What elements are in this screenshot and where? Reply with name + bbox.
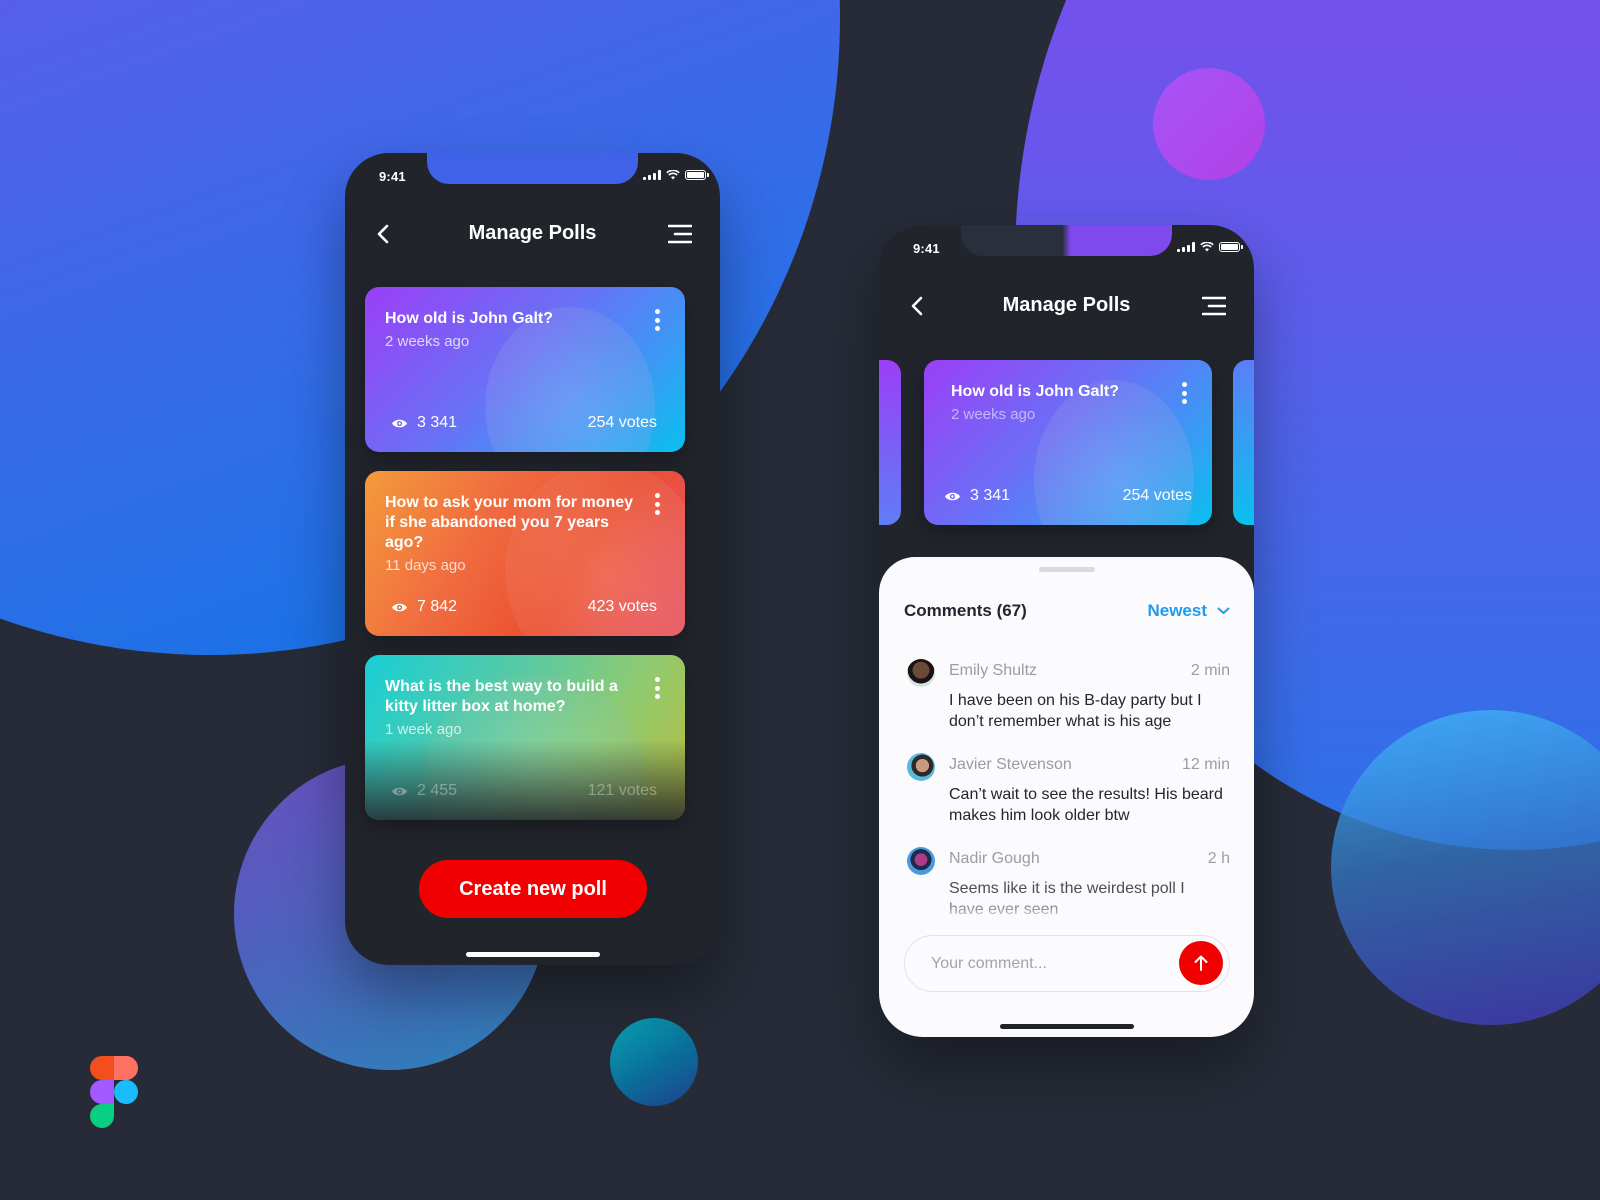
previous-poll-card[interactable] [879, 360, 901, 525]
navbar: Manage Polls [879, 291, 1254, 321]
comment-time: 12 min [1181, 756, 1230, 773]
votes-count: 254 votes [587, 414, 657, 431]
poll-stats: 7 842 423 votes [391, 598, 657, 616]
wifi-icon [666, 170, 680, 180]
avatar[interactable] [907, 753, 935, 781]
battery-icon [685, 170, 709, 180]
views-count: 7 842 [417, 598, 458, 615]
poll-card[interactable]: How to ask your mom for money if she aba… [365, 471, 685, 636]
status-icons [1177, 242, 1243, 252]
signal-icon [643, 170, 661, 180]
poll-question: How old is John Galt? 2 weeks ago [385, 309, 625, 352]
home-indicator [466, 952, 600, 957]
poll-question-text: How old is John Galt? [385, 310, 553, 327]
comment-author: Nadir Gough [949, 850, 1040, 867]
poll-posted-time: 11 days ago [385, 557, 466, 574]
poll-question: How old is John Galt? 2 weeks ago [951, 382, 1191, 425]
votes-count: 121 votes [587, 782, 657, 799]
page-title: Manage Polls [468, 222, 597, 244]
poll-views: 2 455 [391, 782, 457, 800]
comment-author: Emily Shultz [949, 662, 1038, 679]
views-count: 3 341 [970, 487, 1011, 504]
figma-logo-icon [90, 1056, 138, 1128]
wifi-icon [1200, 242, 1214, 252]
sheet-drag-handle[interactable] [1039, 567, 1095, 572]
background-circle [610, 1018, 698, 1106]
comment-text: Seems like it is the weirdest poll I hav… [949, 878, 1209, 918]
poll-question-text: How to ask your mom for money if she aba… [385, 494, 634, 551]
menu-icon[interactable] [1202, 296, 1226, 316]
comment-input[interactable] [931, 952, 1161, 976]
comment-text: I have been on his B-day party but I don… [949, 692, 1202, 730]
eye-icon [392, 603, 407, 611]
poll-question: How to ask your mom for money if she aba… [385, 493, 635, 576]
battery-icon [1219, 242, 1243, 252]
poll-stats: 2 455 121 votes [391, 782, 657, 800]
home-indicator [1000, 1024, 1134, 1029]
background-circle [1153, 68, 1265, 180]
comment-time: 2 h [1207, 850, 1230, 867]
comment-author: Javier Stevenson [949, 756, 1072, 773]
phone-poll-comments: 9:41 Manage Polls How old is John Galt? 2… [879, 225, 1254, 1037]
create-new-poll-button[interactable]: Create new poll [419, 860, 647, 918]
status-time: 9:41 [379, 169, 406, 184]
votes-count: 423 votes [587, 598, 657, 615]
poll-posted-time: 2 weeks ago [385, 333, 470, 350]
poll-question-text: How old is John Galt? [951, 383, 1119, 400]
more-options-icon[interactable] [653, 677, 661, 699]
page-title: Manage Polls [1002, 294, 1131, 316]
phone-notch [427, 153, 638, 184]
poll-stats: 3 341 254 votes [391, 414, 657, 432]
menu-icon[interactable] [668, 224, 692, 244]
more-options-icon[interactable] [1180, 382, 1188, 404]
next-poll-card[interactable] [1233, 360, 1254, 525]
poll-posted-time: 1 week ago [385, 721, 462, 738]
poll-views: 7 842 [391, 598, 457, 616]
comment-text: Can’t wait to see the results! His beard… [949, 786, 1223, 824]
eye-icon [392, 419, 407, 427]
phone-manage-polls: 9:41 Manage Polls How old is John Galt? 2… [345, 153, 720, 965]
status-icons [643, 170, 709, 180]
comments-title: Comments (67) [904, 601, 1027, 620]
eye-icon [392, 787, 407, 795]
views-count: 3 341 [417, 414, 458, 431]
poll-stats: 3 341 254 votes [944, 487, 1192, 505]
poll-question-text: What is the best way to build a kitty li… [385, 678, 618, 715]
comment-input-container [904, 935, 1230, 992]
more-options-icon[interactable] [653, 309, 661, 331]
comment-time: 2 min [1190, 662, 1230, 679]
phone-notch [961, 225, 1172, 256]
comments-sheet: Comments (67) Newest Emily Shultz 2 min … [879, 557, 1254, 1037]
signal-icon [1177, 242, 1195, 252]
sort-dropdown[interactable]: Newest [1147, 601, 1230, 621]
poll-card[interactable]: What is the best way to build a kitty li… [365, 655, 685, 820]
poll-views: 3 341 [391, 414, 457, 432]
send-comment-button[interactable] [1179, 941, 1223, 985]
sort-label: Newest [1147, 601, 1207, 620]
poll-card[interactable]: How old is John Galt? 2 weeks ago 3 341 2… [365, 287, 685, 452]
status-time: 9:41 [913, 241, 940, 256]
avatar[interactable] [907, 847, 935, 875]
views-count: 2 455 [417, 782, 458, 799]
poll-posted-time: 2 weeks ago [951, 406, 1036, 423]
avatar[interactable] [907, 659, 935, 687]
chevron-down-icon [1217, 607, 1230, 614]
arrow-up-icon [1194, 955, 1208, 971]
poll-question: What is the best way to build a kitty li… [385, 677, 635, 740]
poll-views: 3 341 [944, 487, 1010, 505]
more-options-icon[interactable] [653, 493, 661, 515]
eye-icon [945, 492, 960, 500]
navbar: Manage Polls [345, 219, 720, 249]
votes-count: 254 votes [1122, 487, 1192, 504]
featured-poll-card[interactable]: How old is John Galt? 2 weeks ago 3 341 2… [924, 360, 1212, 525]
